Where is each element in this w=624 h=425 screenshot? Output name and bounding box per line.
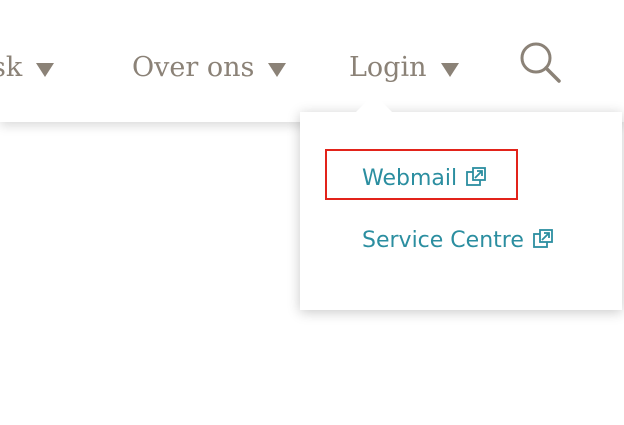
nav-item-label: Login (349, 52, 427, 83)
webmail-link[interactable]: Webmail (362, 164, 487, 194)
nav-item-login[interactable]: Login (349, 48, 459, 88)
service-centre-link[interactable]: Service Centre (362, 226, 554, 256)
search-button[interactable] (517, 40, 563, 84)
caret-down-icon (268, 62, 287, 77)
nav-item-over-ons[interactable]: Over ons (132, 48, 287, 88)
nav-item-desk[interactable]: sk (0, 48, 55, 88)
nav-item-label: Over ons (132, 52, 255, 83)
caret-down-icon (36, 62, 55, 77)
login-dropdown-menu: Webmail Service Centre (300, 94, 622, 310)
nav-item-label: sk (0, 52, 23, 83)
site-header: sk Over ons Login (0, 0, 624, 122)
external-link-icon (532, 229, 553, 248)
caret-down-icon (440, 62, 459, 77)
external-link-icon (466, 167, 487, 186)
webmail-label: Webmail (362, 166, 458, 191)
service-centre-label: Service Centre (362, 228, 524, 253)
search-icon (520, 42, 561, 83)
